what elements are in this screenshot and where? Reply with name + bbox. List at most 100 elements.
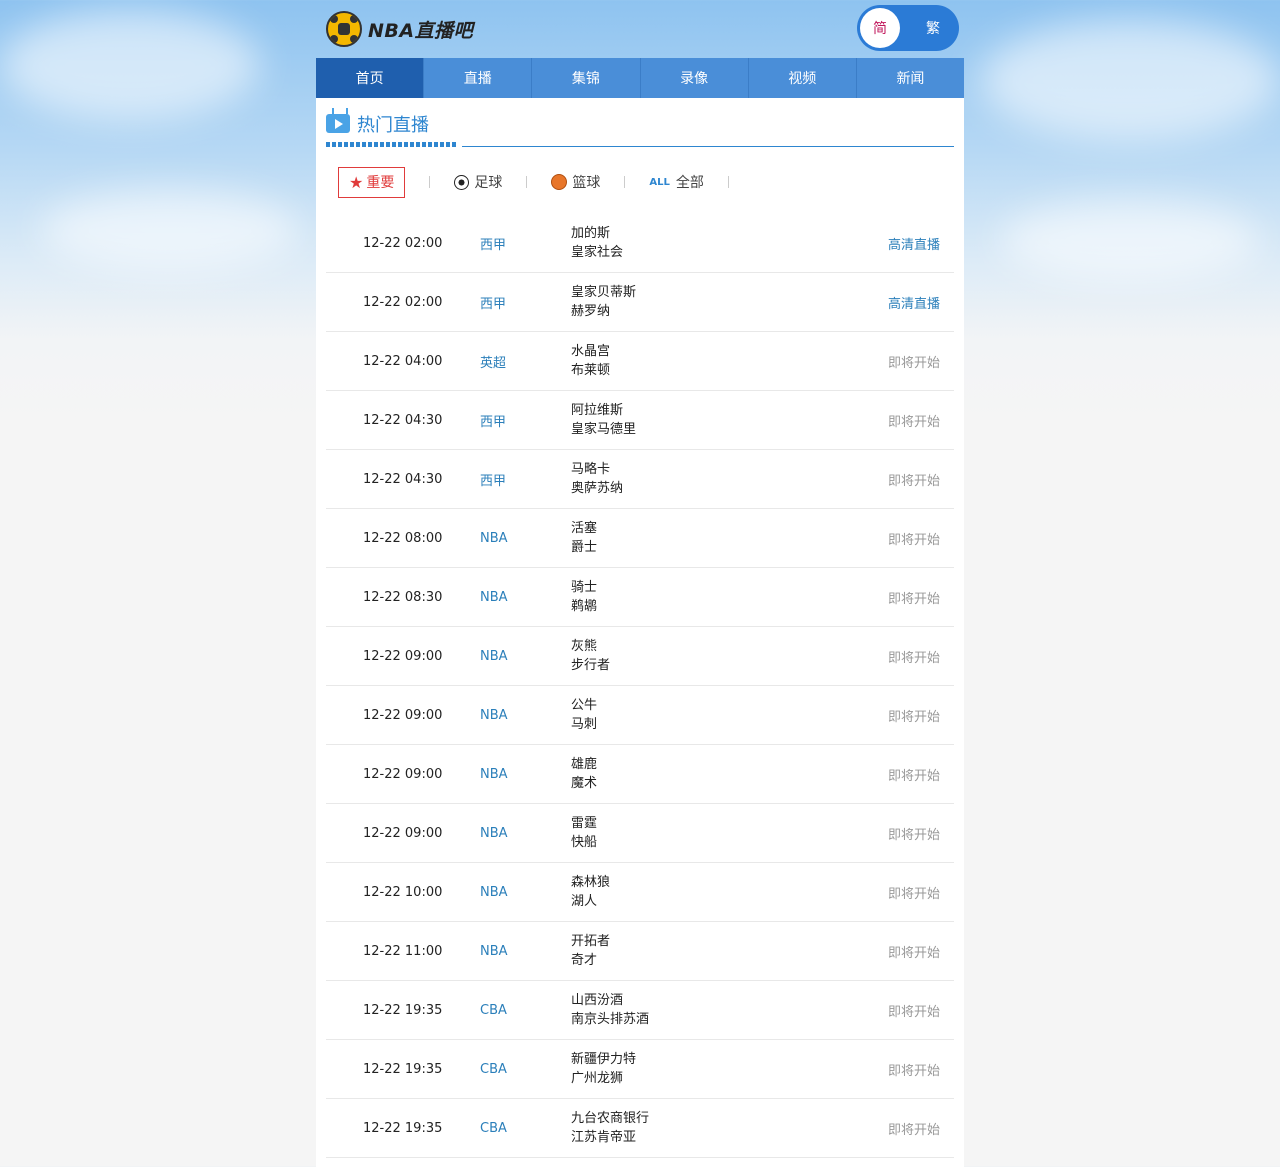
match-time: 12-22 19:35 bbox=[363, 1061, 443, 1077]
match-status: 即将开始 bbox=[887, 1063, 940, 1079]
away-team: 皇家社会 bbox=[571, 245, 624, 260]
match-league[interactable]: 英超 bbox=[480, 352, 506, 371]
filter-all-label: 全部 bbox=[675, 175, 704, 191]
match-league[interactable]: NBA bbox=[480, 531, 508, 546]
match-status: 即将开始 bbox=[887, 532, 940, 548]
nav-item-news[interactable]: 新闻 bbox=[857, 58, 964, 98]
match-status: 即将开始 bbox=[887, 827, 940, 843]
match-row[interactable]: 12-22 11:00 NBA 开拓者 奇才 即将开始 bbox=[326, 922, 954, 981]
nav-item-live[interactable]: 直播 bbox=[424, 58, 533, 98]
section-divider bbox=[462, 146, 954, 147]
match-time: 12-22 19:35 bbox=[363, 1120, 443, 1136]
match-row[interactable]: 12-22 19:35 CBA 九台农商银行 江苏肯帝亚 即将开始 bbox=[326, 1099, 954, 1158]
filter-separator bbox=[727, 176, 729, 188]
match-league[interactable]: NBA bbox=[480, 885, 508, 900]
all-icon: ALL bbox=[649, 176, 670, 188]
match-row[interactable]: 12-22 02:00 西甲 加的斯 皇家社会 高清直播 bbox=[326, 214, 954, 273]
match-time: 12-22 11:00 bbox=[363, 943, 443, 959]
match-teams: 开拓者 奇才 bbox=[571, 932, 610, 970]
match-teams: 九台农商银行 江苏肯帝亚 bbox=[571, 1109, 649, 1147]
match-row[interactable]: 12-22 10:00 NBA 森林狼 湖人 即将开始 bbox=[326, 863, 954, 922]
match-row[interactable]: 12-22 04:30 西甲 马略卡 奥萨苏纳 即将开始 bbox=[326, 450, 954, 509]
match-status: 即将开始 bbox=[887, 591, 940, 607]
match-teams: 水晶宫 布莱顿 bbox=[571, 342, 610, 380]
match-league[interactable]: 西甲 bbox=[480, 234, 506, 253]
lang-traditional-button[interactable]: 繁 bbox=[913, 8, 953, 48]
home-team: 皇家贝蒂斯 bbox=[571, 285, 637, 300]
home-team: 加的斯 bbox=[571, 226, 611, 241]
nav-item-home[interactable]: 首页 bbox=[316, 58, 425, 98]
match-league[interactable]: CBA bbox=[480, 1003, 507, 1018]
match-status: 即将开始 bbox=[887, 414, 940, 430]
nav-item-videos[interactable]: 视频 bbox=[749, 58, 857, 98]
match-row[interactable]: 12-22 02:00 西甲 皇家贝蒂斯 赫罗纳 高清直播 bbox=[326, 273, 954, 332]
filter-basketball[interactable]: 篮球 bbox=[551, 172, 600, 192]
match-league[interactable]: NBA bbox=[480, 590, 508, 605]
match-status: 即将开始 bbox=[887, 945, 940, 961]
away-team: 江苏肯帝亚 bbox=[571, 1130, 637, 1145]
match-league[interactable]: CBA bbox=[480, 1062, 507, 1077]
nav-item-replays[interactable]: 录像 bbox=[641, 58, 749, 98]
filter-football[interactable]: 足球 bbox=[454, 172, 502, 192]
match-row[interactable]: 浙江 bbox=[326, 1158, 954, 1167]
match-row[interactable]: 12-22 09:00 NBA 公牛 马刺 即将开始 bbox=[326, 686, 954, 745]
star-icon: ★ bbox=[349, 172, 364, 192]
match-league[interactable]: 西甲 bbox=[480, 470, 506, 489]
nav-item-highlights[interactable]: 集锦 bbox=[532, 58, 641, 98]
away-team: 马刺 bbox=[571, 717, 598, 732]
match-league[interactable]: CBA bbox=[480, 1121, 507, 1136]
site-title: NBA直播吧 bbox=[368, 19, 474, 42]
match-teams: 雷霆 快船 bbox=[571, 814, 597, 852]
match-row[interactable]: 12-22 08:00 NBA 活塞 爵士 即将开始 bbox=[326, 509, 954, 568]
match-time: 12-22 04:30 bbox=[363, 412, 443, 428]
filter-separator bbox=[624, 176, 626, 188]
match-status: 即将开始 bbox=[887, 1122, 940, 1138]
match-teams: 新疆伊力特 广州龙狮 bbox=[571, 1050, 636, 1088]
match-teams: 骑士 鹈鹕 bbox=[571, 578, 597, 616]
filter-important-label: 重要 bbox=[366, 175, 395, 191]
live-stream-link[interactable]: 高清直播 bbox=[888, 234, 940, 253]
filter-separator bbox=[429, 176, 431, 188]
match-row[interactable]: 12-22 09:00 NBA 雷霆 快船 即将开始 bbox=[326, 804, 954, 863]
match-league[interactable]: NBA bbox=[480, 826, 508, 841]
match-league[interactable]: 西甲 bbox=[480, 411, 506, 430]
match-teams: 公牛 马刺 bbox=[571, 696, 597, 734]
match-status: 即将开始 bbox=[887, 886, 940, 902]
match-row[interactable]: 12-22 19:35 CBA 山西汾酒 南京头排苏酒 即将开始 bbox=[326, 981, 954, 1040]
match-teams: 阿拉维斯 皇家马德里 bbox=[571, 401, 636, 439]
match-league[interactable]: NBA bbox=[480, 767, 508, 782]
match-row[interactable]: 12-22 09:00 NBA 雄鹿 魔术 即将开始 bbox=[326, 745, 954, 804]
match-league[interactable]: 西甲 bbox=[480, 293, 506, 312]
lang-simplified-button[interactable]: 简 bbox=[860, 8, 900, 48]
home-team: 开拓者 bbox=[571, 934, 611, 949]
away-team: 步行者 bbox=[571, 658, 611, 673]
match-league[interactable]: NBA bbox=[480, 649, 508, 664]
away-team: 湖人 bbox=[571, 894, 598, 909]
match-league[interactable]: NBA bbox=[480, 708, 508, 723]
match-teams: 皇家贝蒂斯 赫罗纳 bbox=[571, 283, 636, 321]
main-content: 热门直播 ★ 重要 足球 篮球 ALL 全部 12-22 02:00 西甲 加的… bbox=[316, 98, 964, 1167]
match-row[interactable]: 12-22 08:30 NBA 骑士 鹈鹕 即将开始 bbox=[326, 568, 954, 627]
home-team: 新疆伊力特 bbox=[571, 1052, 637, 1067]
filter-important[interactable]: ★ 重要 bbox=[338, 166, 406, 198]
match-time: 12-22 09:00 bbox=[363, 648, 443, 664]
header: NBA直播吧 简 繁 bbox=[316, 0, 964, 58]
match-time: 12-22 08:30 bbox=[363, 589, 443, 605]
filter-all[interactable]: ALL 全部 bbox=[649, 172, 703, 192]
match-row[interactable]: 12-22 09:00 NBA 灰熊 步行者 即将开始 bbox=[326, 627, 954, 686]
match-row[interactable]: 12-22 04:00 英超 水晶宫 布莱顿 即将开始 bbox=[326, 332, 954, 391]
match-teams: 森林狼 湖人 bbox=[571, 873, 610, 911]
match-teams: 雄鹿 魔术 bbox=[571, 755, 597, 793]
site-logo[interactable]: NBA直播吧 bbox=[326, 11, 473, 47]
section-header: 热门直播 bbox=[326, 98, 954, 150]
match-time: 12-22 10:00 bbox=[363, 884, 443, 900]
home-team: 山西汾酒 bbox=[571, 993, 624, 1008]
match-status: 即将开始 bbox=[887, 355, 940, 371]
match-league[interactable]: NBA bbox=[480, 944, 508, 959]
match-status: 即将开始 bbox=[887, 768, 940, 784]
match-time: 12-22 02:00 bbox=[363, 294, 443, 310]
live-stream-link[interactable]: 高清直播 bbox=[888, 293, 940, 312]
match-row[interactable]: 12-22 04:30 西甲 阿拉维斯 皇家马德里 即将开始 bbox=[326, 391, 954, 450]
away-team: 皇家马德里 bbox=[571, 422, 637, 437]
match-row[interactable]: 12-22 19:35 CBA 新疆伊力特 广州龙狮 即将开始 bbox=[326, 1040, 954, 1099]
